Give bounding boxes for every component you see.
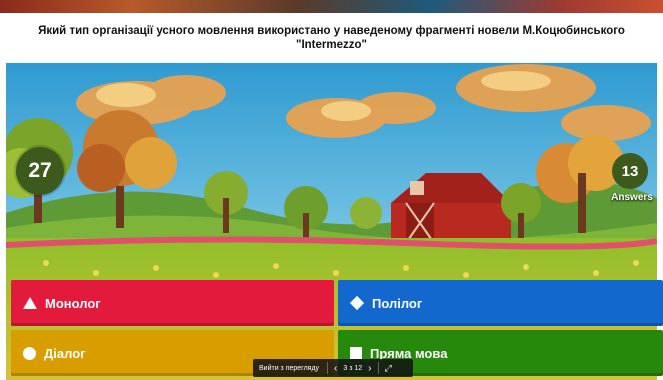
answers-label: Answers [611, 192, 653, 203]
answers-count-badge: 13 [612, 153, 648, 189]
expand-icon[interactable]: ⤢ [379, 363, 398, 374]
triangle-icon [23, 297, 37, 309]
square-icon [350, 347, 362, 359]
top-decorative-strip [0, 0, 663, 13]
answer-option-monolog[interactable]: Монолог [11, 280, 334, 326]
exit-fullscreen-button[interactable]: Вийти з перегляду [253, 365, 327, 372]
answer-option-label: Діалог [44, 345, 86, 361]
answer-option-polilog[interactable]: Полілог [338, 280, 663, 326]
circle-icon [23, 346, 36, 360]
answer-option-label: Монолог [45, 295, 101, 311]
diamond-icon [349, 295, 365, 311]
question-line-2: "Intermezzo" [296, 39, 367, 51]
question-text: Який тип організації усного мовлення вик… [32, 24, 632, 52]
answer-option-label: Полілог [372, 295, 423, 311]
page-indicator: 3 з 12 [343, 364, 363, 372]
chevron-left-icon[interactable]: ‹ [334, 363, 337, 374]
question-bar: Який тип організації усного мовлення вик… [0, 13, 663, 63]
chevron-right-icon[interactable]: › [368, 363, 371, 374]
presentation-controls: Вийти з перегляду ‹ 3 з 12 › ⤢ [253, 359, 413, 377]
slide-navigation: ‹ 3 з 12 › [328, 363, 377, 374]
countdown-timer: 27 [16, 147, 64, 195]
question-line-1: Який тип організації усного мовлення вик… [38, 25, 625, 37]
